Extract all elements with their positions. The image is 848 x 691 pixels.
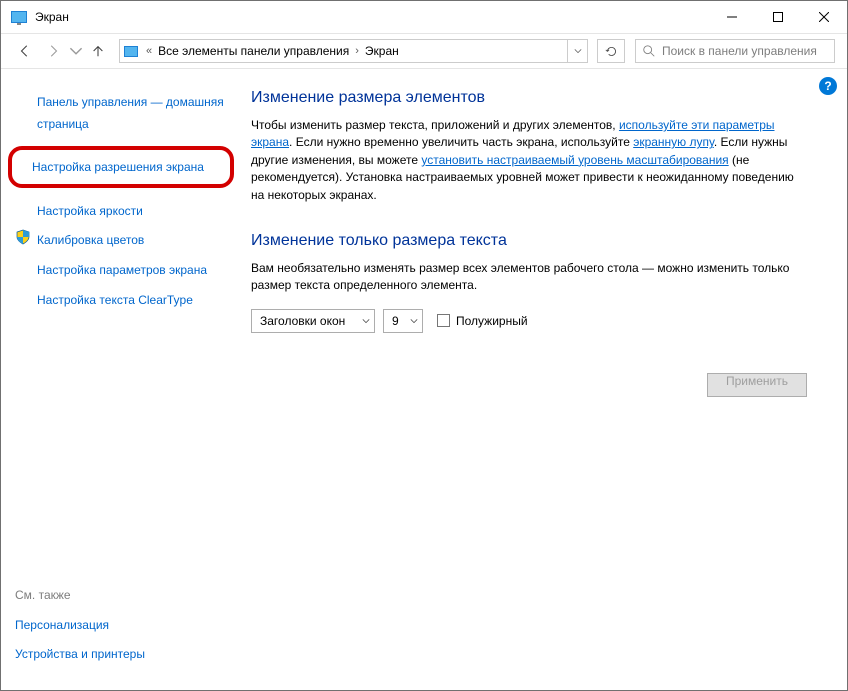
sidebar-home[interactable]: Панель управления — домашняя страница <box>37 95 224 131</box>
titlebar: Экран <box>1 1 847 33</box>
breadcrumb-parent[interactable]: Все элементы панели управления <box>156 44 351 58</box>
see-also-label: См. также <box>15 588 227 602</box>
address-dropdown[interactable] <box>567 40 587 62</box>
paragraph-text-only: Вам необязательно изменять размер всех э… <box>251 260 807 295</box>
size-select[interactable]: 9 <box>383 309 423 333</box>
refresh-button[interactable] <box>597 39 625 63</box>
minimize-button[interactable] <box>709 1 755 33</box>
sidebar-personalization[interactable]: Персонализация <box>15 618 109 632</box>
search-icon <box>642 44 656 58</box>
sidebar-cleartype[interactable]: Настройка текста ClearType <box>37 293 193 307</box>
forward-button[interactable] <box>41 39 65 63</box>
help-icon[interactable]: ? <box>819 77 837 95</box>
shield-icon <box>15 229 31 245</box>
history-dropdown[interactable] <box>69 39 83 63</box>
heading-resize: Изменение размера элементов <box>251 89 807 107</box>
bold-label: Полужирный <box>456 314 528 328</box>
sidebar-resolution[interactable]: Настройка разрешения экрана <box>10 148 232 186</box>
sidebar: Панель управления — домашняя страница На… <box>1 69 241 687</box>
chevron-down-icon <box>404 314 418 328</box>
location-icon <box>124 46 138 57</box>
apply-button[interactable]: Применить <box>707 373 807 397</box>
sidebar-brightness[interactable]: Настройка яркости <box>37 204 143 218</box>
bold-checkbox[interactable] <box>437 314 450 327</box>
search-placeholder: Поиск в панели управления <box>662 44 817 58</box>
item-select[interactable]: Заголовки окон <box>251 309 375 333</box>
monitor-icon <box>11 11 27 23</box>
link-magnifier[interactable]: экранную лупу <box>633 135 714 149</box>
chevron-right-icon: › <box>351 45 363 57</box>
search-input[interactable]: Поиск в панели управления <box>635 39 835 63</box>
navigation-bar: « Все элементы панели управления › Экран… <box>1 33 847 69</box>
sidebar-params[interactable]: Настройка параметров экрана <box>37 263 207 277</box>
sidebar-calibrate[interactable]: Калибровка цветов <box>37 233 144 247</box>
chevron-left-icon: « <box>142 45 156 57</box>
display-settings-window: Экран « Все элементы панели управления ›… <box>0 0 848 691</box>
paragraph-resize: Чтобы изменить размер текста, приложений… <box>251 117 807 204</box>
link-scaling[interactable]: установить настраиваемый уровень масштаб… <box>421 153 728 167</box>
chevron-down-icon <box>356 314 370 328</box>
maximize-button[interactable] <box>755 1 801 33</box>
sidebar-devices[interactable]: Устройства и принтеры <box>15 647 145 661</box>
window-title: Экран <box>35 10 709 24</box>
close-button[interactable] <box>801 1 847 33</box>
address-bar[interactable]: « Все элементы панели управления › Экран <box>119 39 588 63</box>
breadcrumb-current[interactable]: Экран <box>363 44 401 58</box>
up-button[interactable] <box>87 39 109 63</box>
heading-text-only: Изменение только размера текста <box>251 232 807 250</box>
back-button[interactable] <box>13 39 37 63</box>
main-content: Изменение размера элементов Чтобы измени… <box>241 69 847 687</box>
